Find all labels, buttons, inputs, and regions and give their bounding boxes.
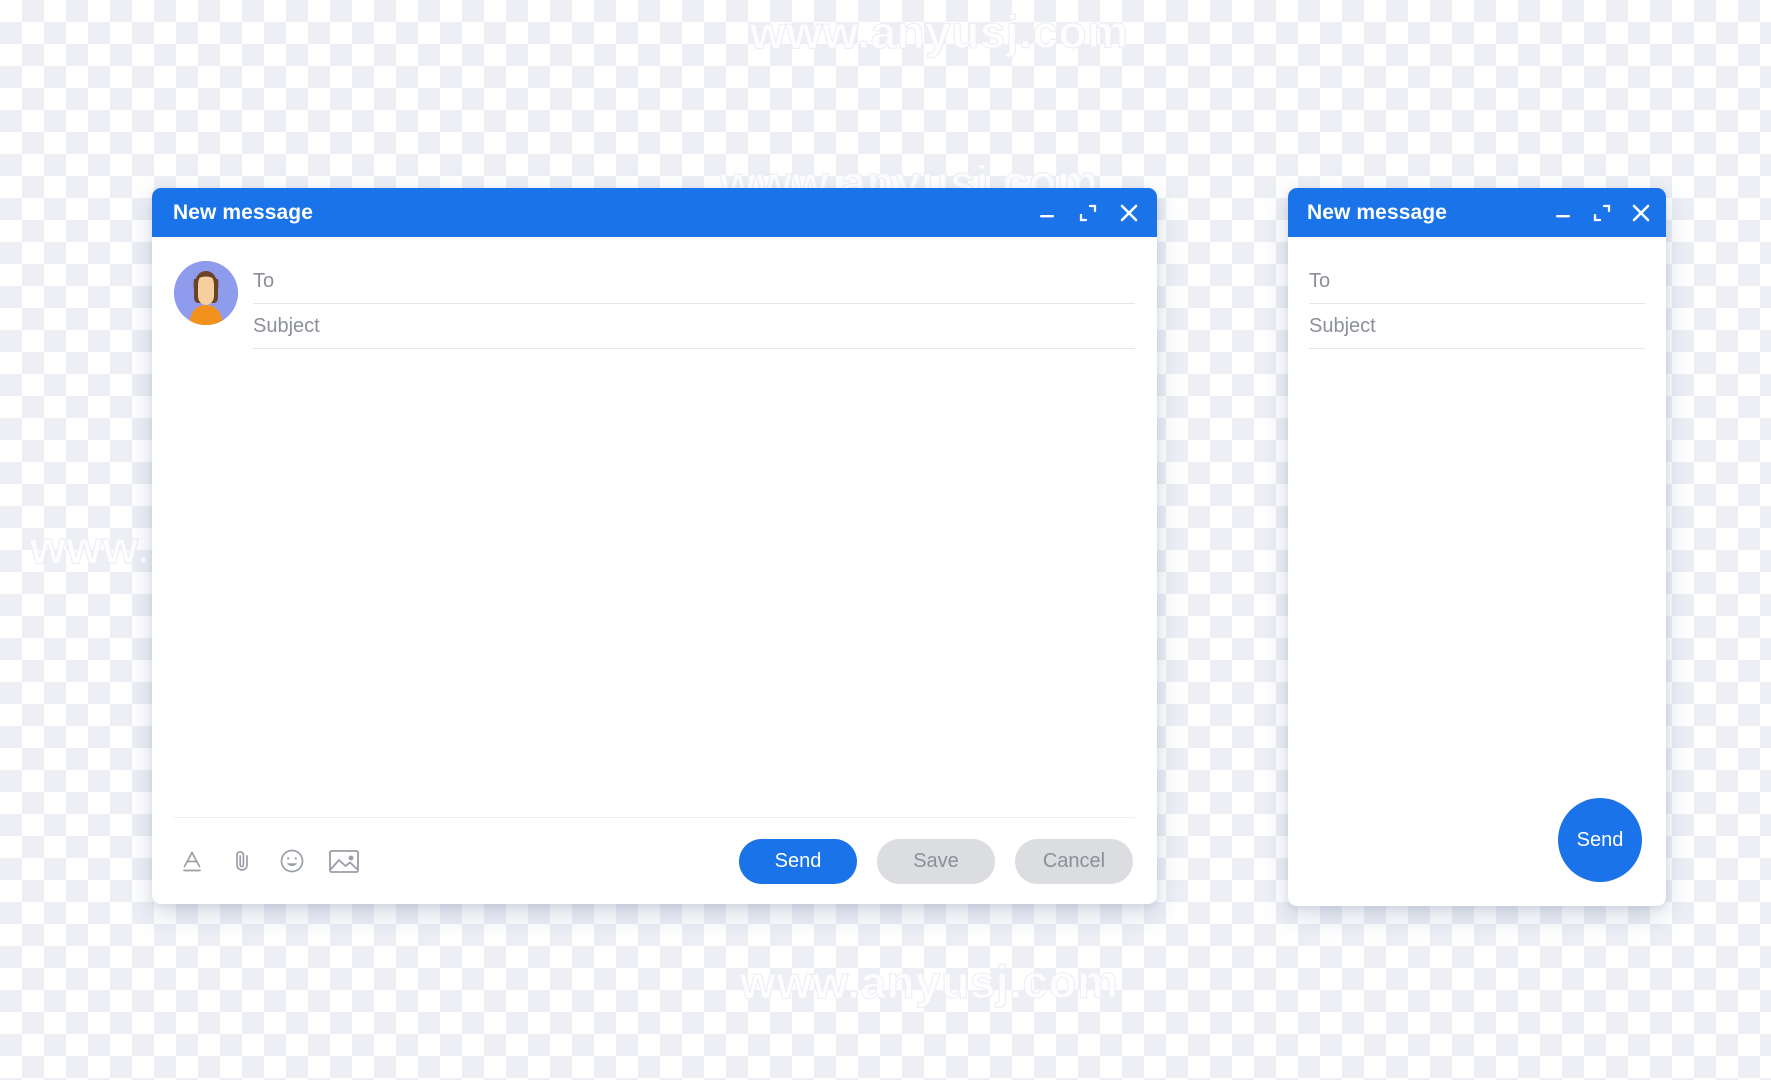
- subject-field[interactable]: Subject: [1309, 304, 1645, 349]
- compose-window-large[interactable]: New message To Subject Send Save Cancel: [152, 188, 1157, 904]
- minimize-button[interactable]: [1036, 202, 1058, 224]
- subject-field-placeholder: Subject: [253, 315, 320, 337]
- minimize-icon: [1556, 214, 1570, 217]
- emoji-icon: [280, 849, 304, 873]
- send-button[interactable]: Send: [739, 838, 857, 884]
- attachment-button[interactable]: [226, 845, 258, 877]
- subject-field[interactable]: Subject: [253, 304, 1135, 349]
- formatting-toolbar: [176, 845, 739, 877]
- message-body-input[interactable]: [152, 349, 1157, 817]
- attachment-icon: [236, 851, 248, 871]
- to-field[interactable]: To: [253, 259, 1135, 304]
- text-format-button[interactable]: [176, 845, 208, 877]
- titlebar: New message: [152, 188, 1157, 237]
- titlebar: New message: [1288, 188, 1666, 237]
- window-body: To Subject Send: [1288, 237, 1666, 906]
- subject-field-placeholder: Subject: [1309, 315, 1376, 337]
- window-title: New message: [1307, 201, 1448, 224]
- to-field-placeholder: To: [1309, 270, 1331, 292]
- close-icon: [1632, 204, 1650, 221]
- compose-window-compact[interactable]: New message To Subject Send: [1288, 188, 1666, 906]
- window-body: To Subject Send Save Cancel: [152, 237, 1157, 904]
- expand-button[interactable]: [1591, 202, 1613, 224]
- expand-button[interactable]: [1077, 202, 1099, 224]
- close-button[interactable]: [1630, 202, 1652, 224]
- compose-footer: Send Save Cancel: [152, 818, 1157, 904]
- compose-header-row: To Subject: [1288, 237, 1666, 349]
- compose-header-row: To Subject: [152, 237, 1157, 349]
- avatar: [174, 261, 238, 325]
- close-button[interactable]: [1118, 202, 1140, 224]
- window-controls: [1552, 202, 1652, 224]
- send-fab-button[interactable]: Send: [1558, 798, 1642, 882]
- expand-icon: [1079, 204, 1097, 221]
- fields-group: To Subject: [1309, 259, 1645, 349]
- save-button[interactable]: Save: [877, 838, 995, 884]
- close-icon: [1120, 204, 1138, 221]
- minimize-icon: [1040, 214, 1054, 217]
- image-button[interactable]: [326, 845, 362, 877]
- emoji-button[interactable]: [276, 845, 308, 877]
- action-buttons: Send Save Cancel: [739, 838, 1133, 884]
- minimize-button[interactable]: [1552, 202, 1574, 224]
- text-format-icon: [183, 851, 201, 872]
- cancel-button[interactable]: Cancel: [1015, 838, 1133, 884]
- fab-container: Send: [1288, 786, 1666, 906]
- message-body-input[interactable]: [1288, 349, 1666, 786]
- window-title: New message: [173, 201, 314, 224]
- to-field-placeholder: To: [253, 270, 275, 292]
- window-controls: [1036, 202, 1140, 224]
- to-field[interactable]: To: [1309, 259, 1645, 304]
- image-icon: [329, 849, 359, 873]
- expand-icon: [1593, 204, 1611, 221]
- avatar-illustration: [174, 261, 238, 325]
- fields-group: To Subject: [253, 259, 1135, 349]
